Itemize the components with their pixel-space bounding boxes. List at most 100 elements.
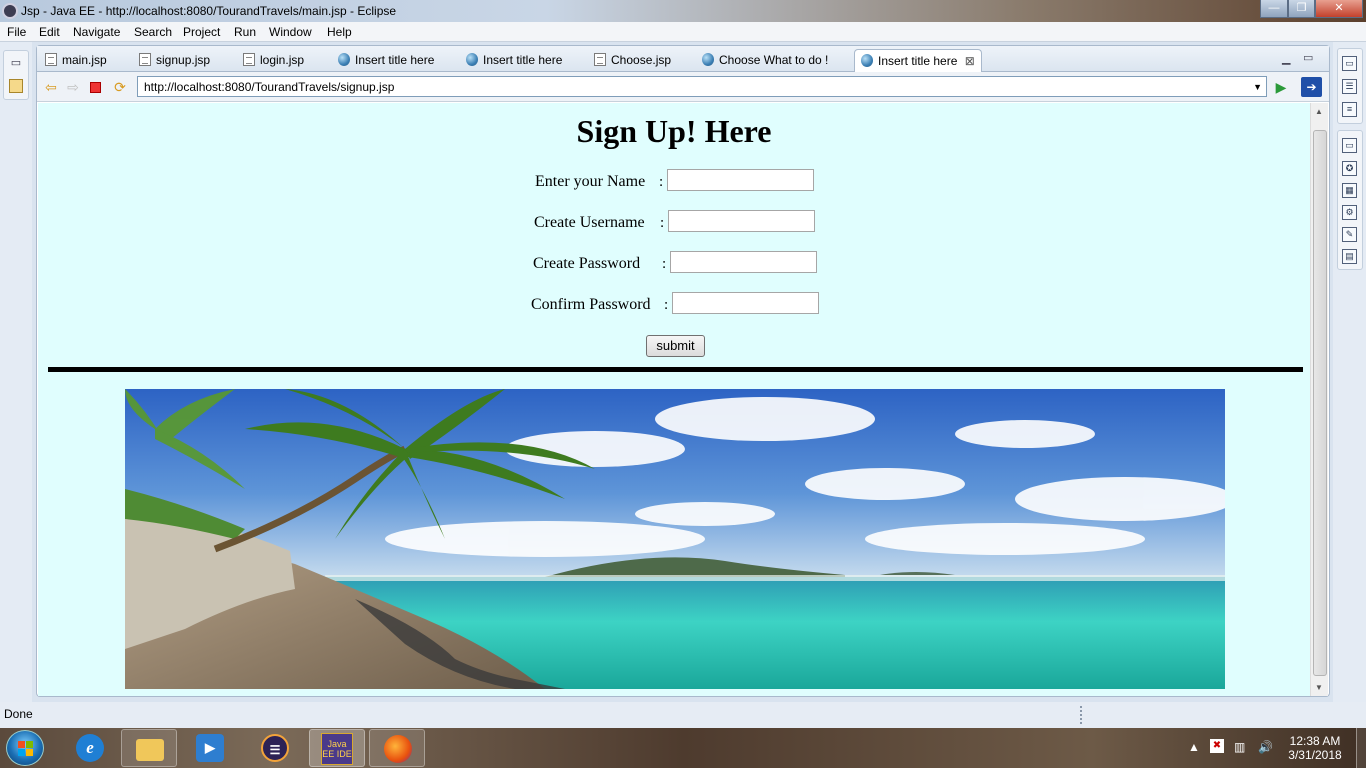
confirm-password-label: Confirm Password: [531, 296, 651, 313]
restore-icon[interactable]: ▭: [1342, 138, 1357, 153]
show-hidden-icons-icon[interactable]: ▲: [1188, 740, 1200, 754]
scroll-down-icon[interactable]: ▼: [1315, 683, 1323, 692]
volume-icon[interactable]: 🔊: [1258, 740, 1273, 754]
tab-label: Insert title here: [483, 53, 563, 67]
menu-project[interactable]: Project: [183, 25, 220, 39]
menu-file[interactable]: File: [7, 25, 26, 39]
package-explorer-icon[interactable]: [9, 79, 23, 93]
maximize-button[interactable]: ❐: [1288, 0, 1315, 18]
start-orb-icon[interactable]: [6, 730, 44, 766]
close-tab-icon[interactable]: ⊠: [965, 54, 975, 68]
tab-label: login.jsp: [260, 53, 305, 67]
submit-button[interactable]: submit: [646, 335, 705, 357]
network-icon[interactable]: ▥: [1234, 740, 1245, 754]
colon: :: [664, 297, 669, 313]
restore-icon[interactable]: ▭: [9, 56, 23, 70]
media-player-taskbar-item[interactable]: ▶: [182, 729, 238, 767]
status-text: Done: [4, 707, 33, 721]
tab-choose-what-to-do[interactable]: Choose What to do !: [702, 49, 828, 72]
properties-icon[interactable]: ▦: [1342, 183, 1357, 198]
windows-logo-icon: [18, 741, 25, 748]
web-page-content: Sign Up! Here Enter your Name : Create U…: [38, 103, 1310, 696]
minimize-button[interactable]: —: [1260, 0, 1288, 18]
menu-navigate[interactable]: Navigate: [73, 25, 120, 39]
status-divider: [1080, 706, 1082, 724]
console-icon[interactable]: ▤: [1342, 249, 1357, 264]
tab-label: signup.jsp: [156, 53, 211, 67]
tab-login-jsp[interactable]: login.jsp: [243, 49, 304, 72]
java-ee-ide-taskbar-item[interactable]: Java EE IDE: [309, 729, 365, 767]
horizontal-rule: [48, 367, 1303, 372]
tab-label: Choose.jsp: [611, 53, 672, 67]
back-arrow-icon[interactable]: ⇦: [43, 79, 59, 95]
eclipse-taskbar-item[interactable]: ☰: [247, 729, 303, 767]
url-dropdown-icon[interactable]: ▼: [1253, 82, 1262, 92]
refresh-icon[interactable]: ⟳: [112, 79, 128, 95]
tab-main-jsp[interactable]: main.jsp: [45, 49, 107, 72]
url-bar[interactable]: ▼: [137, 76, 1267, 97]
menu-search[interactable]: Search: [134, 25, 172, 39]
show-desktop-button[interactable]: [1356, 728, 1366, 768]
outline-view-icon[interactable]: ☰: [1342, 79, 1357, 94]
web-browser-globe-icon: [466, 53, 478, 66]
window-title: Jsp - Java EE - http://localhost:8080/To…: [21, 4, 397, 18]
name-label: Enter your Name: [535, 173, 646, 190]
tab-choose-jsp[interactable]: Choose.jsp: [594, 49, 671, 72]
stop-icon[interactable]: [90, 82, 101, 93]
tab-insert-title-1[interactable]: Insert title here: [338, 49, 434, 72]
scrollbar-thumb[interactable]: [1313, 130, 1327, 676]
jsp-file-icon: [594, 53, 606, 66]
menu-edit[interactable]: Edit: [39, 25, 60, 39]
action-center-flag-icon[interactable]: ✖: [1210, 739, 1224, 753]
menu-run[interactable]: Run: [234, 25, 256, 39]
editor-area: main.jsp signup.jsp login.jsp Insert tit…: [36, 45, 1330, 697]
vertical-scrollbar[interactable]: ▲ ▼: [1310, 103, 1328, 696]
tab-insert-title-2[interactable]: Insert title here: [466, 49, 562, 72]
restore-icon[interactable]: ▭: [1342, 56, 1357, 71]
web-browser-globe-icon: [338, 53, 350, 66]
firefox-icon: [384, 735, 412, 763]
username-input[interactable]: [668, 210, 815, 232]
password-input[interactable]: [670, 251, 817, 273]
forward-arrow-icon[interactable]: ⇨: [65, 79, 81, 95]
folder-icon: [136, 739, 164, 761]
eclipse-icon: ☰: [261, 734, 289, 762]
task-list-icon[interactable]: ≡: [1342, 102, 1357, 117]
status-bar: Done: [0, 702, 1366, 728]
jsp-file-icon: [45, 53, 57, 66]
editor-tab-bar: main.jsp signup.jsp login.jsp Insert tit…: [37, 46, 1329, 72]
menu-bar: File Edit Navigate Search Project Run Wi…: [0, 22, 1366, 42]
tab-signup-jsp[interactable]: signup.jsp: [139, 49, 210, 72]
eclipse-icon: [2, 3, 18, 19]
minimize-view-icon[interactable]: ▁: [1282, 52, 1290, 65]
snippets-icon[interactable]: ✎: [1342, 227, 1357, 242]
firefox-taskbar-item[interactable]: [369, 729, 425, 767]
colon: :: [659, 174, 664, 190]
left-trim-bar: ▭: [0, 42, 32, 702]
confirm-password-input[interactable]: [672, 292, 819, 314]
username-label: Create Username: [534, 214, 645, 231]
java-ee-ide-icon: Java EE IDE: [321, 733, 353, 765]
right-trim-bar: ▭ ☰ ≡ ▭ ✪ ▦ ⚙ ✎ ▤: [1333, 42, 1366, 702]
eclipse-browser-icon[interactable]: ➔: [1301, 77, 1322, 97]
tab-label: Insert title here: [878, 54, 958, 68]
menu-help[interactable]: Help: [327, 25, 352, 39]
url-input[interactable]: [138, 77, 1238, 96]
colon: :: [662, 256, 667, 272]
tab-insert-title-active[interactable]: Insert title here ⊠: [854, 49, 982, 72]
name-input[interactable]: [667, 169, 814, 191]
windows-taskbar: e ▶ ☰ Java EE IDE ▲ ✖ ▥ 🔊 12:38 AM 3/31/…: [0, 728, 1366, 768]
scroll-up-icon[interactable]: ▲: [1315, 107, 1323, 116]
maximize-view-icon[interactable]: ▭: [1303, 51, 1313, 64]
markers-icon[interactable]: ✪: [1342, 161, 1357, 176]
servers-icon[interactable]: ⚙: [1342, 205, 1357, 220]
menu-window[interactable]: Window: [269, 25, 312, 39]
media-player-icon: ▶: [196, 734, 224, 762]
go-icon[interactable]: ▶: [1273, 79, 1289, 95]
system-clock[interactable]: 12:38 AM 3/31/2018: [1278, 734, 1352, 762]
tropical-beach-palm-image: [125, 389, 1225, 689]
close-button[interactable]: ✕: [1315, 0, 1363, 18]
clock-date: 3/31/2018: [1288, 748, 1342, 762]
internet-explorer-taskbar-item[interactable]: e: [62, 729, 118, 767]
file-explorer-taskbar-item[interactable]: [121, 729, 177, 767]
